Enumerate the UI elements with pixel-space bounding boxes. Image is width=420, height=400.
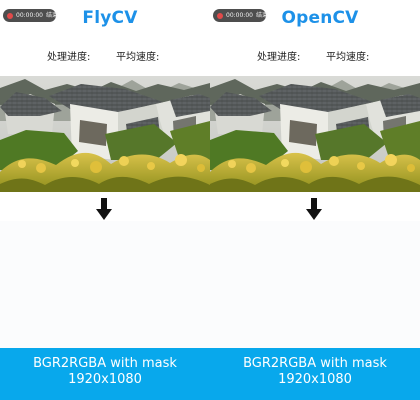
arrow-down-icon (306, 198, 322, 220)
opencv-panel: 00:00:00 结束 OpenCV 处理进度: 平均速度: BGR2RGBA … (210, 0, 420, 400)
average-speed-label: 平均速度: (116, 52, 160, 63)
image-resolution: 1920x1080 (278, 372, 352, 387)
arrow-down-icon (96, 198, 112, 220)
average-speed-label: 平均速度: (326, 52, 370, 63)
recording-time: 00:00:00 (16, 11, 43, 19)
flycv-header: 00:00:00 结束 FlyCV 处理进度: 平均速度: (0, 0, 210, 76)
opencv-title: OpenCV (281, 8, 359, 28)
flycv-title: FlyCV (82, 8, 138, 28)
flycv-conversion-info: BGR2RGBA with mask 1920x1080 (0, 348, 210, 400)
record-dot-icon (217, 12, 223, 19)
end-recording-button[interactable]: 结束 (46, 12, 58, 19)
flycv-panel: 00:00:00 结束 FlyCV 处理进度: 平均速度: BGR2RGBA w… (0, 0, 210, 400)
opencv-conversion-info: BGR2RGBA with mask 1920x1080 (210, 348, 420, 400)
opencv-source-image (210, 76, 420, 192)
comparison-screen: 00:00:00 结束 FlyCV 处理进度: 平均速度: BGR2RGBA w… (0, 0, 420, 400)
processing-progress-label: 处理进度: (47, 52, 91, 63)
flycv-metrics: 处理进度: 平均速度: (0, 51, 210, 65)
opencv-metrics: 处理进度: 平均速度: (210, 51, 420, 65)
village-landscape-image (210, 76, 420, 192)
image-resolution: 1920x1080 (68, 372, 142, 387)
record-dot-icon (7, 12, 13, 19)
flycv-result-area (0, 221, 210, 348)
flycv-recording-control[interactable]: 00:00:00 结束 (3, 9, 58, 22)
opencv-recording-control[interactable]: 00:00:00 结束 (213, 9, 268, 22)
processing-progress-label: 处理进度: (257, 52, 301, 63)
conversion-operation: BGR2RGBA with mask (33, 356, 177, 371)
village-landscape-image (0, 76, 210, 192)
flycv-source-image (0, 76, 210, 192)
conversion-operation: BGR2RGBA with mask (243, 356, 387, 371)
recording-time: 00:00:00 (226, 11, 253, 19)
end-recording-button[interactable]: 结束 (256, 12, 268, 19)
opencv-header: 00:00:00 结束 OpenCV 处理进度: 平均速度: (210, 0, 420, 76)
opencv-result-area (210, 221, 420, 348)
